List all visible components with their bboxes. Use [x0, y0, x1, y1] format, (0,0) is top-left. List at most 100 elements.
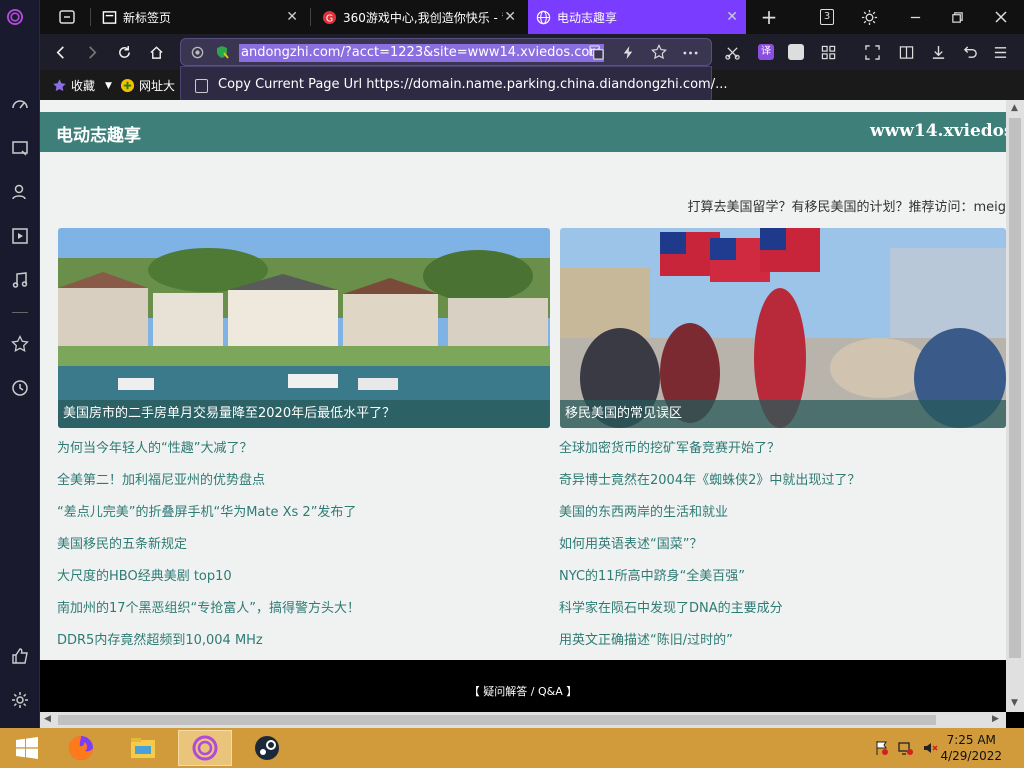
download-icon[interactable]: [926, 40, 950, 64]
news-link[interactable]: 奇异博士竟然在2004年《蜘蛛侠2》中就出现过了？: [559, 472, 860, 504]
tab-close-icon[interactable]: ✕: [504, 9, 516, 25]
address-suggestion-dropdown[interactable]: Copy Current Page Url https://domain.nam…: [180, 66, 727, 104]
music-icon[interactable]: [8, 268, 32, 292]
apps-grid-icon[interactable]: [816, 40, 840, 64]
user-icon[interactable]: [8, 180, 32, 204]
scroll-left-arrow-icon[interactable]: ◀: [44, 714, 51, 724]
news-link[interactable]: NYC的11所高中跻身“全美百强”: [559, 568, 860, 600]
globe-icon: [536, 10, 551, 24]
vertical-scrollbar[interactable]: ▲ ▼: [1006, 100, 1024, 712]
start-button[interactable]: [0, 730, 54, 766]
news-link[interactable]: 大尺度的HBO经典美剧 top10: [57, 568, 360, 600]
news-link[interactable]: 美国的东西两岸的生活和就业: [559, 504, 860, 536]
svg-text:G: G: [326, 13, 333, 24]
parade-photo: [560, 228, 1006, 428]
news-link[interactable]: 如何用英语表述“国菜”？: [559, 536, 860, 568]
news-link[interactable]: 美国移民的五条新规定: [57, 536, 360, 568]
news-link[interactable]: “差点儿完美”的折叠屏手机“华为Mate Xs 2”发布了: [57, 504, 360, 536]
page-footer: 【 疑问解答 / Q&A 】: [40, 660, 1006, 712]
site-info-icon[interactable]: [191, 46, 204, 59]
minimize-button[interactable]: [904, 6, 926, 28]
tab-strip: 新标签页 ✕ G 360游戏中心,我创造你快乐 - 背 ✕ 电动志趣享 ✕ + …: [40, 0, 1024, 34]
bookmark-favorites[interactable]: 收藏 ▼: [52, 77, 112, 94]
speedometer-icon[interactable]: [8, 92, 32, 116]
back-button[interactable]: [48, 40, 72, 64]
news-link[interactable]: 南加州的17个黑恶组织“专抢富人”，搞得警方头大！: [57, 600, 360, 632]
reader-extension-icon[interactable]: [784, 40, 808, 64]
thumbs-up-icon[interactable]: [8, 644, 32, 668]
tab-count-button[interactable]: 3: [816, 6, 838, 28]
file-explorer-taskbar-button[interactable]: [116, 730, 170, 766]
tab-list-icon[interactable]: [56, 6, 78, 28]
sidebar-panel-icon[interactable]: [894, 40, 918, 64]
tab-label: 电动志趣享: [557, 10, 618, 25]
volume-muted-icon[interactable]: [922, 740, 938, 756]
horizontal-scrollbar[interactable]: ◀ ▶: [40, 712, 1006, 728]
news-card-immigration[interactable]: 移民美国的常见误区: [560, 228, 1006, 428]
folder-icon: [131, 738, 155, 758]
browser-logo-icon[interactable]: [6, 8, 34, 36]
lightning-icon[interactable]: [621, 45, 636, 60]
video-icon[interactable]: [8, 224, 32, 248]
system-clock[interactable]: 7:25 AM 4/29/2022: [940, 732, 1002, 764]
network-icon[interactable]: [898, 740, 914, 756]
bookmark-star-icon[interactable]: [651, 44, 667, 60]
close-window-button[interactable]: [990, 6, 1012, 28]
news-card-housing[interactable]: 美国房市的二手房单月交易量降至2020年后最低水平了？: [58, 228, 550, 428]
undo-icon[interactable]: [958, 40, 982, 64]
action-center-flag-icon[interactable]: [874, 740, 890, 756]
news-link[interactable]: 为何当今年轻人的“性趣”大减了？: [57, 440, 360, 472]
card-caption[interactable]: 美国房市的二手房单月交易量降至2020年后最低水平了？: [58, 400, 550, 428]
scroll-down-arrow-icon[interactable]: ▼: [1011, 698, 1018, 708]
reload-button[interactable]: [112, 40, 136, 64]
tab-active-site[interactable]: 电动志趣享 ✕: [528, 0, 746, 34]
cut-tool-icon[interactable]: [720, 40, 744, 64]
scroll-up-arrow-icon[interactable]: ▲: [1011, 103, 1018, 113]
news-links-left: 为何当今年轻人的“性趣”大减了？ 全美第二！加利福尼亚州的优势盘点 “差点儿完美…: [57, 440, 360, 664]
settings-gear-icon[interactable]: [8, 688, 32, 712]
windows-taskbar: 7:25 AM 4/29/2022: [0, 728, 1024, 768]
steam-taskbar-button[interactable]: [240, 730, 294, 766]
screenshot-icon[interactable]: [8, 136, 32, 160]
qa-link[interactable]: 【 疑问解答 / Q&A 】: [469, 685, 577, 698]
tab-close-icon[interactable]: ✕: [726, 9, 738, 25]
security-shield-icon[interactable]: [215, 45, 229, 59]
scroll-right-arrow-icon[interactable]: ▶: [992, 714, 999, 724]
browser-taskbar-button[interactable]: [178, 730, 232, 766]
restore-button[interactable]: [946, 6, 968, 28]
new-tab-page-icon: [102, 10, 117, 24]
home-button[interactable]: [144, 40, 168, 64]
tab-close-icon[interactable]: ✕: [286, 9, 298, 25]
translate-extension-icon[interactable]: 译: [754, 40, 778, 64]
chevron-down-icon[interactable]: ▼: [105, 81, 112, 91]
promo-text[interactable]: 打算去美国留学？有移民美国的计划？推荐访问：meig: [687, 196, 1006, 215]
horizontal-scroll-thumb[interactable]: [58, 715, 936, 725]
news-link[interactable]: 全球加密货币的挖矿军备竞赛开始了？: [559, 440, 860, 472]
site-title[interactable]: 电动志趣享: [56, 121, 141, 146]
browser-sidebar: [0, 0, 40, 728]
address-bar[interactable]: andongzhi.com/?acct=1223&site=www14.xvie…: [180, 38, 712, 66]
new-tab-button[interactable]: +: [758, 5, 780, 29]
fullscreen-icon[interactable]: [860, 40, 884, 64]
navigation-toolbar: andongzhi.com/?acct=1223&site=www14.xvie…: [40, 34, 1024, 70]
forward-button[interactable]: [80, 40, 104, 64]
star-icon[interactable]: [8, 332, 32, 356]
history-clock-icon[interactable]: [8, 376, 32, 400]
more-options-icon[interactable]: [683, 51, 698, 55]
tab-new-tab[interactable]: 新标签页 ✕: [94, 0, 306, 34]
game-center-favicon: G: [322, 10, 337, 24]
card-caption[interactable]: 移民美国的常见误区: [560, 400, 1006, 428]
translate-icon[interactable]: [589, 45, 604, 60]
tab-count-badge: 3: [820, 9, 834, 25]
theme-sun-icon[interactable]: [858, 6, 880, 28]
firefox-taskbar-button[interactable]: [54, 730, 108, 766]
bookmark-site-nav[interactable]: 网址大: [120, 77, 175, 94]
url-text[interactable]: andongzhi.com/?acct=1223&site=www14.xvie…: [239, 44, 605, 62]
suggestion-text[interactable]: Copy Current Page Url https://domain.nam…: [218, 77, 727, 92]
news-link[interactable]: 科学家在陨石中发现了DNA的主要成分: [559, 600, 860, 632]
tab-separator: [310, 8, 311, 26]
main-menu-icon[interactable]: [988, 40, 1012, 64]
news-link[interactable]: 全美第二！加利福尼亚州的优势盘点: [57, 472, 360, 504]
vertical-scroll-thumb[interactable]: [1009, 118, 1021, 658]
tab-360-game[interactable]: G 360游戏中心,我创造你快乐 - 背 ✕: [314, 0, 524, 34]
